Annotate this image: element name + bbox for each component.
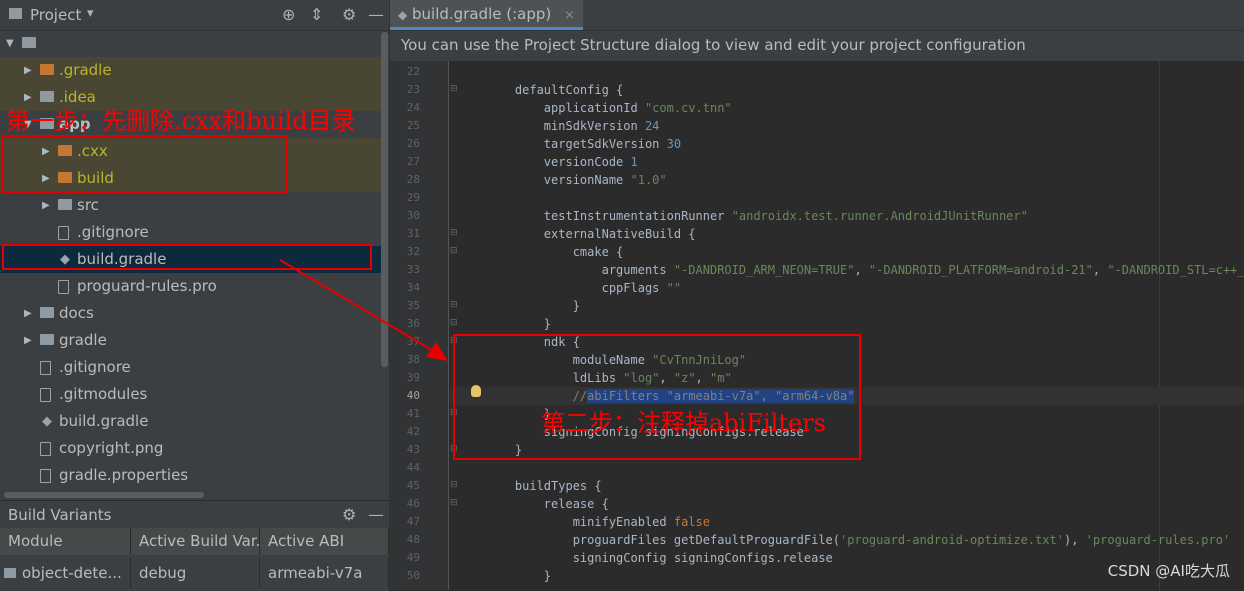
watermark: CSDN @AI吃大瓜 — [1107, 562, 1230, 580]
annotation-arrow — [279, 259, 448, 361]
